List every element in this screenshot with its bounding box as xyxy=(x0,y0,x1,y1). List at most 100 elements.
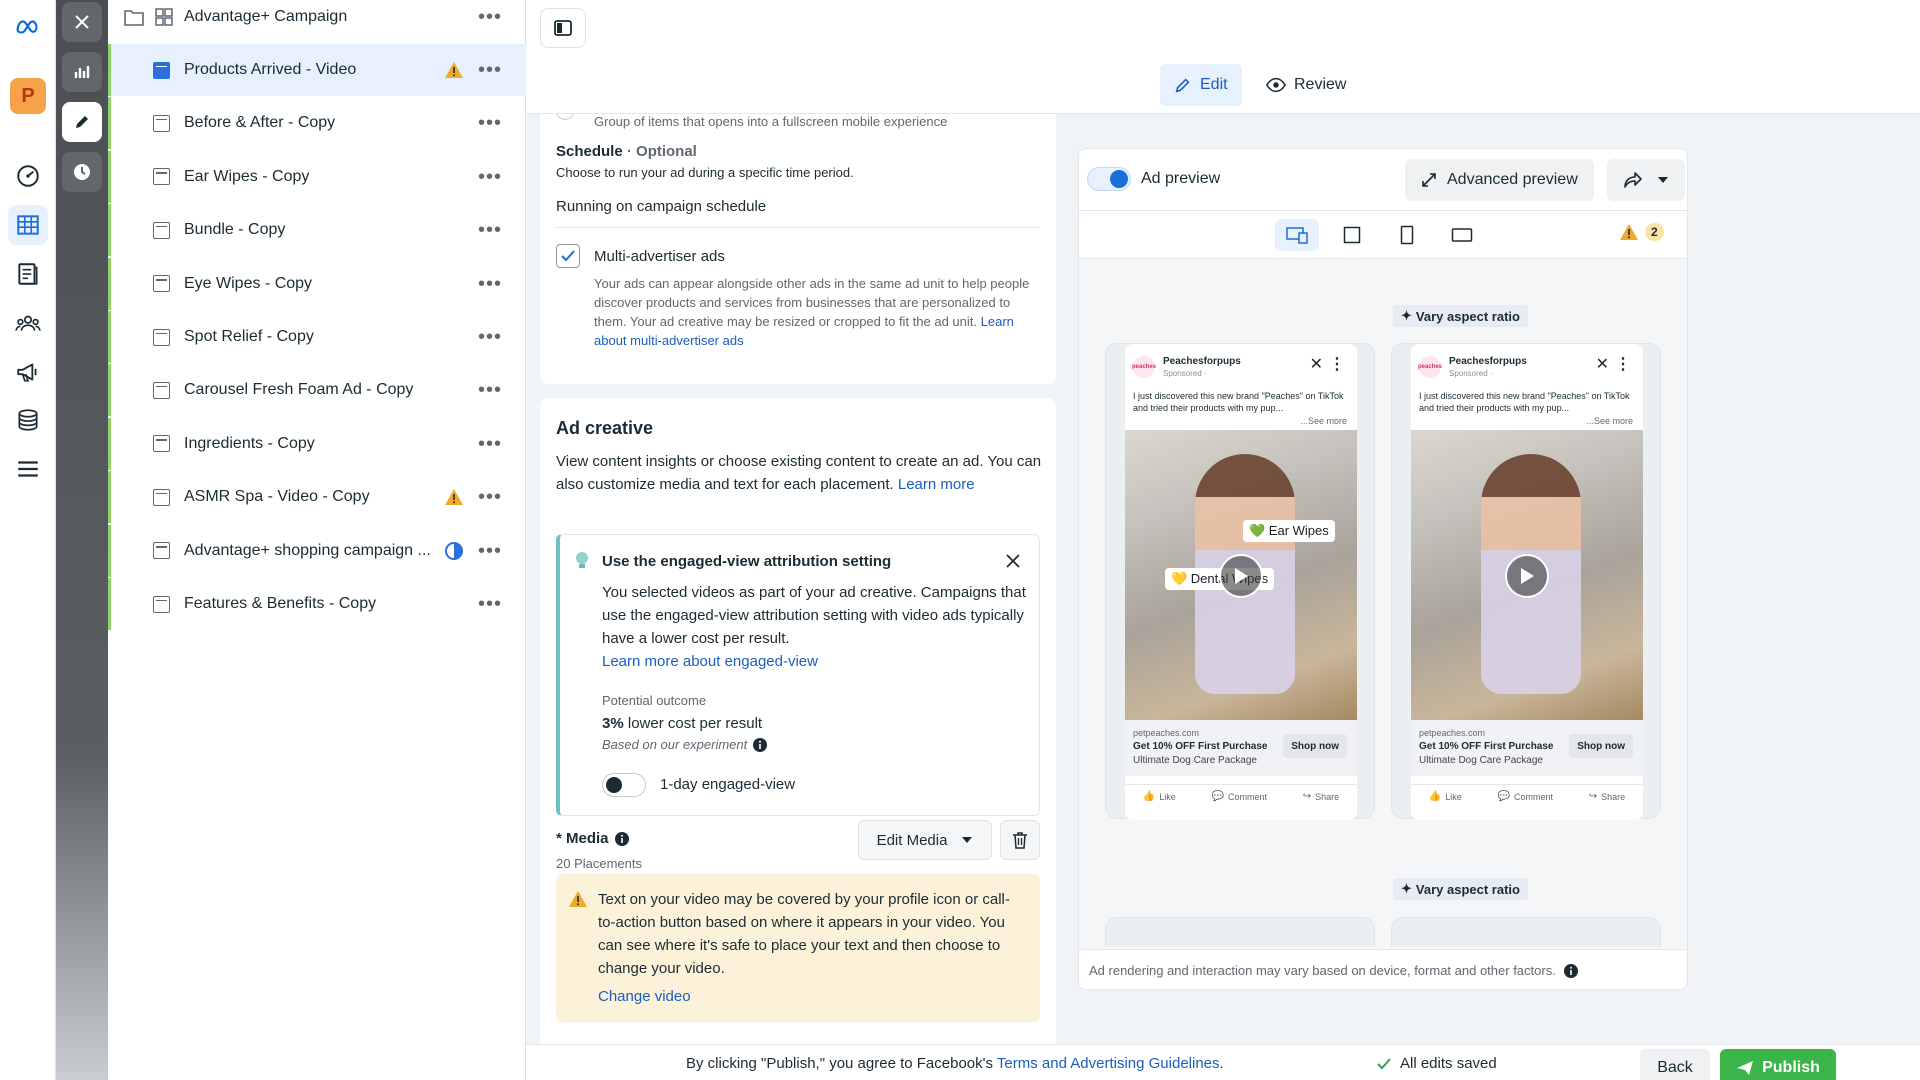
kebab-menu-icon[interactable]: ⋮ xyxy=(1329,354,1345,374)
more-options-icon[interactable]: ••• xyxy=(478,594,502,614)
more-options-icon[interactable]: ••• xyxy=(478,167,502,187)
ad-row[interactable]: Ear Wipes - Copy ••• xyxy=(108,150,526,203)
vary-aspect-ratio-chip[interactable]: ✦ Vary aspect ratio xyxy=(1393,878,1528,900)
share-preview-button[interactable] xyxy=(1607,159,1685,201)
shop-now-button[interactable]: Shop now xyxy=(1569,734,1633,758)
ads-manager-table-icon[interactable] xyxy=(8,205,48,245)
change-video-link[interactable]: Change video xyxy=(598,988,691,1005)
more-options-icon[interactable]: ••• xyxy=(478,541,502,561)
billing-stack-icon[interactable] xyxy=(8,400,48,440)
post-action-share[interactable]: ↪ Share xyxy=(1589,791,1625,802)
close-icon[interactable]: ✕ xyxy=(1310,354,1323,374)
preview-warnings[interactable]: 2 xyxy=(1619,223,1664,241)
comment-icon: 💬 xyxy=(1497,791,1510,802)
post-action-comment[interactable]: 💬 Comment xyxy=(1498,791,1553,802)
shop-now-button[interactable]: Shop now xyxy=(1283,734,1347,758)
ad-video[interactable]: 💚 Ear Wipes💛 Dental Wipes xyxy=(1125,430,1357,720)
dashboard-icon[interactable] xyxy=(8,156,48,196)
tab-edit[interactable]: Edit xyxy=(1160,64,1242,106)
back-button[interactable]: Back xyxy=(1640,1049,1710,1080)
video-sticker: 💚 Ear Wipes xyxy=(1243,520,1335,542)
media-heading: * Media xyxy=(556,830,629,847)
ad-row[interactable]: Features & Benefits - Copy ••• xyxy=(108,578,526,630)
ad-preview-toggle[interactable] xyxy=(1087,167,1131,191)
dismiss-tip-icon[interactable] xyxy=(1005,553,1021,569)
edit-mode-button[interactable] xyxy=(62,102,102,142)
delete-media-button[interactable] xyxy=(1000,820,1040,860)
multi-advertiser-checkbox[interactable] xyxy=(556,244,580,268)
post-action-share[interactable]: ↪ Share xyxy=(1303,791,1339,802)
menu-icon[interactable] xyxy=(8,449,48,489)
ad-video[interactable] xyxy=(1411,430,1643,720)
all-placements-icon[interactable] xyxy=(1275,219,1319,251)
ad-row[interactable]: Spot Relief - Copy ••• xyxy=(108,311,526,363)
ad-row[interactable]: ASMR Spa - Video - Copy ••• xyxy=(108,471,526,524)
vary-aspect-ratio-chip[interactable]: ✦ Vary aspect ratio xyxy=(1393,305,1528,327)
ad-form: Group of items that opens into a fullscr… xyxy=(526,114,1066,1044)
edit-media-button[interactable]: Edit Media xyxy=(858,820,992,860)
schedule-description: Choose to run your ad during a specific … xyxy=(556,165,854,180)
more-options-icon[interactable]: ••• xyxy=(478,113,502,133)
landscape-icon[interactable] xyxy=(1440,219,1484,251)
ad-name: Bundle - Copy xyxy=(184,221,286,239)
play-icon[interactable] xyxy=(1505,554,1549,598)
more-options-icon[interactable]: ••• xyxy=(478,434,502,454)
sponsored-label: Sponsored · xyxy=(1449,369,1493,378)
close-icon[interactable]: ✕ xyxy=(1596,354,1609,374)
pages-icon[interactable] xyxy=(8,254,48,294)
feed-square-icon[interactable] xyxy=(1330,219,1374,251)
post-action-comment[interactable]: 💬 Comment xyxy=(1212,791,1267,802)
history-button[interactable] xyxy=(62,152,102,192)
engaged-view-learn-more[interactable]: Learn more about engaged-view xyxy=(602,653,818,670)
story-vertical-icon[interactable] xyxy=(1385,219,1429,251)
format-radio[interactable] xyxy=(556,114,574,120)
kebab-menu-icon[interactable]: ⋮ xyxy=(1615,354,1631,374)
see-more-link[interactable]: ...See more xyxy=(1586,416,1633,426)
ad-row[interactable]: Ingredients - Copy ••• xyxy=(108,417,526,470)
engaged-view-text: You selected videos as part of your ad c… xyxy=(602,584,1026,647)
ad-row[interactable]: Carousel Fresh Foam Ad - Copy ••• xyxy=(108,364,526,417)
engaged-view-toggle-label: 1-day engaged-view xyxy=(660,776,796,793)
account-avatar[interactable]: P xyxy=(8,76,48,116)
campaign-row[interactable]: Advantage+ Campaign ••• xyxy=(108,0,526,43)
collapse-sidebar-button[interactable] xyxy=(540,8,586,48)
more-options-icon[interactable]: ••• xyxy=(478,60,502,80)
info-icon[interactable] xyxy=(614,831,629,846)
tab-review[interactable]: Review xyxy=(1252,64,1360,106)
more-options-icon[interactable]: ••• xyxy=(478,380,502,400)
terms-link[interactable]: Terms and Advertising Guidelines xyxy=(997,1055,1220,1072)
ad-creative-description: View content insights or choose existing… xyxy=(556,450,1046,496)
ad-row[interactable]: Products Arrived - Video ••• xyxy=(108,44,526,96)
ad-row[interactable]: Advantage+ shopping campaign ... ••• xyxy=(108,524,526,577)
ad-row[interactable]: Bundle - Copy ••• xyxy=(108,204,526,257)
sponsored-label: Sponsored · xyxy=(1163,369,1207,378)
more-options-icon[interactable]: ••• xyxy=(478,220,502,240)
post-action-like[interactable]: 👍 Like xyxy=(1143,791,1176,802)
more-options-icon[interactable]: ••• xyxy=(478,327,502,347)
more-options-icon[interactable]: ••• xyxy=(478,487,502,507)
post-action-like[interactable]: 👍 Like xyxy=(1429,791,1462,802)
publish-button[interactable]: Publish xyxy=(1720,1049,1836,1080)
schedule-select[interactable]: Running on campaign schedule xyxy=(556,192,1040,228)
more-options-icon[interactable]: ••• xyxy=(478,274,502,294)
charts-button[interactable] xyxy=(62,52,102,92)
play-icon[interactable] xyxy=(1219,554,1263,598)
edit-media-label: Edit Media xyxy=(876,831,948,849)
ad-row[interactable]: Before & After - Copy ••• xyxy=(108,97,526,150)
advanced-preview-button[interactable]: Advanced preview xyxy=(1405,159,1594,201)
ad-preview-panel: Ad preview Advanced preview 2 ✦ Vary aspe… xyxy=(1078,148,1688,990)
audiences-icon[interactable] xyxy=(8,303,48,343)
close-editor-button[interactable] xyxy=(62,2,102,42)
preview-toolbar: Ad preview Advanced preview xyxy=(1079,149,1687,211)
see-more-link[interactable]: ...See more xyxy=(1300,416,1347,426)
ad-creative-learn-more[interactable]: Learn more xyxy=(898,476,975,493)
meta-logo-icon[interactable] xyxy=(8,6,48,46)
global-nav: P xyxy=(0,0,56,1080)
engaged-view-toggle[interactable] xyxy=(602,773,646,797)
megaphone-icon[interactable] xyxy=(8,352,48,392)
lightbulb-icon xyxy=(576,552,588,568)
more-options-icon[interactable]: ••• xyxy=(478,7,502,27)
ad-row[interactable]: Eye Wipes - Copy ••• xyxy=(108,257,526,310)
info-icon[interactable] xyxy=(1563,963,1578,978)
info-icon[interactable] xyxy=(753,737,768,752)
